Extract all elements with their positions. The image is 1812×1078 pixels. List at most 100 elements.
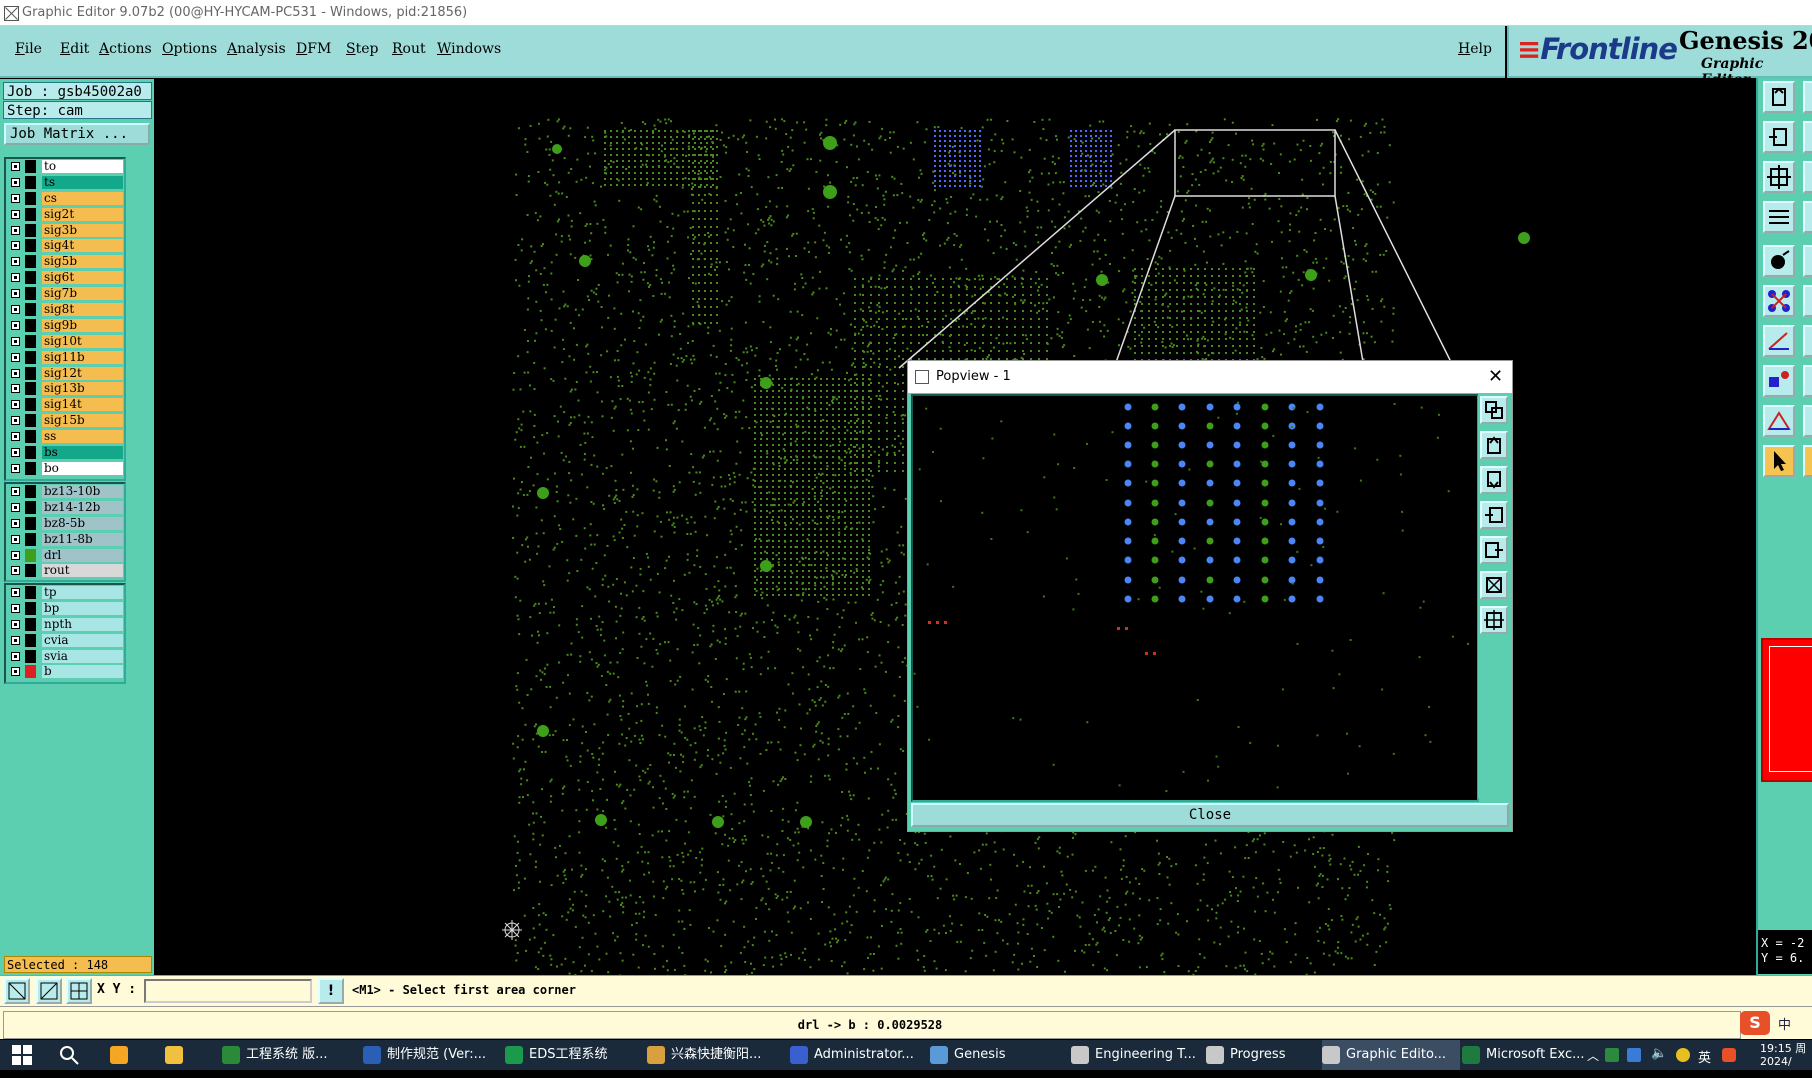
layer-row[interactable]: bz8-5b <box>6 516 124 532</box>
triangle-tool-button[interactable] <box>1763 405 1795 437</box>
layer-name[interactable]: ss <box>42 430 123 443</box>
layer-display-indicator[interactable] <box>25 160 36 173</box>
popview-fit-button[interactable] <box>1480 571 1508 599</box>
layer-name[interactable]: sig13b <box>42 382 123 395</box>
search-icon[interactable] <box>58 1040 80 1070</box>
menu-analysis[interactable]: Analysis <box>227 41 286 57</box>
cursor-mode-button[interactable] <box>4 978 30 1004</box>
layer-row[interactable]: bs <box>6 445 124 461</box>
layer-row[interactable]: sig2t <box>6 207 124 223</box>
layer-display-indicator[interactable] <box>25 398 36 411</box>
layer-display-indicator[interactable] <box>25 208 36 221</box>
layer-row[interactable]: sig3b <box>6 223 124 239</box>
popview-close-icon[interactable]: ✕ <box>1488 361 1503 393</box>
layer-row[interactable]: sig10t <box>6 334 124 350</box>
layer-display-indicator[interactable] <box>25 319 36 332</box>
menu-step[interactable]: Step <box>346 41 378 57</box>
layer-checkbox[interactable] <box>11 588 20 597</box>
layer-row[interactable]: bz14-12b <box>6 500 124 516</box>
layer-display-indicator[interactable] <box>25 446 36 459</box>
layer-display-indicator[interactable] <box>25 224 36 237</box>
taskbar-app[interactable]: Administrator... <box>790 1040 928 1070</box>
tray-sogou-icon[interactable] <box>1722 1048 1736 1062</box>
layer-checkbox[interactable] <box>11 535 20 544</box>
layer-name[interactable]: npth <box>42 618 123 631</box>
menu-actions[interactable]: Actions <box>99 41 152 57</box>
tray-chevron-icon[interactable]: ︿ <box>1587 1047 1599 1064</box>
tray-shield-icon[interactable] <box>1627 1048 1641 1062</box>
xy-input[interactable] <box>144 979 312 1003</box>
popview-right-button[interactable] <box>1480 536 1508 564</box>
layer-name[interactable]: sig3b <box>42 224 123 237</box>
layer-row[interactable]: bz11-8b <box>6 532 124 548</box>
layer-display-indicator[interactable] <box>25 634 36 647</box>
layer-checkbox[interactable] <box>11 416 20 425</box>
exclaim-button[interactable]: ! <box>318 978 344 1004</box>
taskbar-app[interactable]: Microsoft Exc... <box>1462 1040 1584 1070</box>
taskbar-app[interactable]: Progress <box>1206 1040 1320 1070</box>
layer-checkbox[interactable] <box>11 273 20 282</box>
layer-row[interactable]: ts <box>6 175 124 191</box>
layer-display-indicator[interactable] <box>25 549 36 562</box>
menu-windows[interactable]: Windows <box>437 41 501 57</box>
popview-up-button[interactable] <box>1480 431 1508 459</box>
tool-side-button[interactable] <box>1803 325 1812 357</box>
taskbar-app[interactable]: 兴森快捷衡阳... <box>647 1040 789 1070</box>
layer-checkbox[interactable] <box>11 487 20 496</box>
layer-checkbox[interactable] <box>11 519 20 528</box>
layer-name[interactable]: sig12t <box>42 367 123 380</box>
net-button[interactable] <box>1763 285 1795 317</box>
layer-row[interactable]: sig14t <box>6 397 124 413</box>
layer-row[interactable]: sig5b <box>6 254 124 270</box>
layer-row[interactable]: svia <box>6 649 124 665</box>
layer-name[interactable]: sig9b <box>42 319 123 332</box>
layer-row[interactable]: cvia <box>6 633 124 649</box>
layer-name[interactable]: sig7b <box>42 287 123 300</box>
layer-display-indicator[interactable] <box>25 239 36 252</box>
layer-display-indicator[interactable] <box>25 335 36 348</box>
tool-side-button[interactable] <box>1803 285 1812 317</box>
layer-name[interactable]: drl <box>42 549 123 562</box>
menu-dfm[interactable]: DFM <box>296 41 331 57</box>
snap-button[interactable] <box>1763 245 1795 277</box>
tool-side-button[interactable] <box>1803 121 1812 153</box>
layer-row[interactable]: bo <box>6 461 124 477</box>
grid-mode-button[interactable] <box>66 978 92 1004</box>
layer-checkbox[interactable] <box>11 321 20 330</box>
sogou-ime-icon[interactable]: S <box>1740 1011 1770 1035</box>
menu-help[interactable]: Help <box>1458 41 1492 57</box>
layer-row[interactable]: rout <box>6 563 124 579</box>
layer-checkbox[interactable] <box>11 620 20 629</box>
tool-side-button[interactable] <box>1803 245 1812 277</box>
layer-name[interactable]: sig14t <box>42 398 123 411</box>
tray-ime-dot-icon[interactable] <box>1676 1048 1690 1062</box>
layer-row[interactable]: cs <box>6 191 124 207</box>
layer-checkbox[interactable] <box>11 400 20 409</box>
layer-row[interactable]: sig12t <box>6 366 124 382</box>
layer-display-indicator[interactable] <box>25 367 36 380</box>
layer-display-indicator[interactable] <box>25 650 36 663</box>
taskbar-app[interactable]: 制作规范 (Ver:... <box>363 1040 503 1070</box>
layer-display-indicator[interactable] <box>25 287 36 300</box>
layer-checkbox[interactable] <box>11 305 20 314</box>
layer-display-indicator[interactable] <box>25 618 36 631</box>
layer-name[interactable]: cs <box>42 192 123 205</box>
zoom-home-button[interactable] <box>1763 81 1795 113</box>
layer-name[interactable]: bz14-12b <box>42 501 123 514</box>
layer-row[interactable]: npth <box>6 617 124 633</box>
popview-zoomed-board[interactable] <box>913 396 1473 796</box>
layer-row[interactable]: sig11b <box>6 350 124 366</box>
popview-zoom-button[interactable] <box>1480 396 1508 424</box>
taskbar-app[interactable]: Engineering T... <box>1071 1040 1204 1070</box>
layer-display-indicator[interactable] <box>25 382 36 395</box>
taskbar-app[interactable]: Genesis <box>930 1040 1068 1070</box>
layer-name[interactable]: sig5b <box>42 255 123 268</box>
layer-checkbox[interactable] <box>11 257 20 266</box>
layer-checkbox[interactable] <box>11 551 20 560</box>
layer-name[interactable]: bz11-8b <box>42 533 123 546</box>
layer-name[interactable]: tp <box>42 586 123 599</box>
line-mode-button[interactable] <box>36 978 62 1004</box>
measure-button[interactable] <box>1763 325 1795 357</box>
layer-display-indicator[interactable] <box>25 192 36 205</box>
layer-name[interactable]: bp <box>42 602 123 615</box>
